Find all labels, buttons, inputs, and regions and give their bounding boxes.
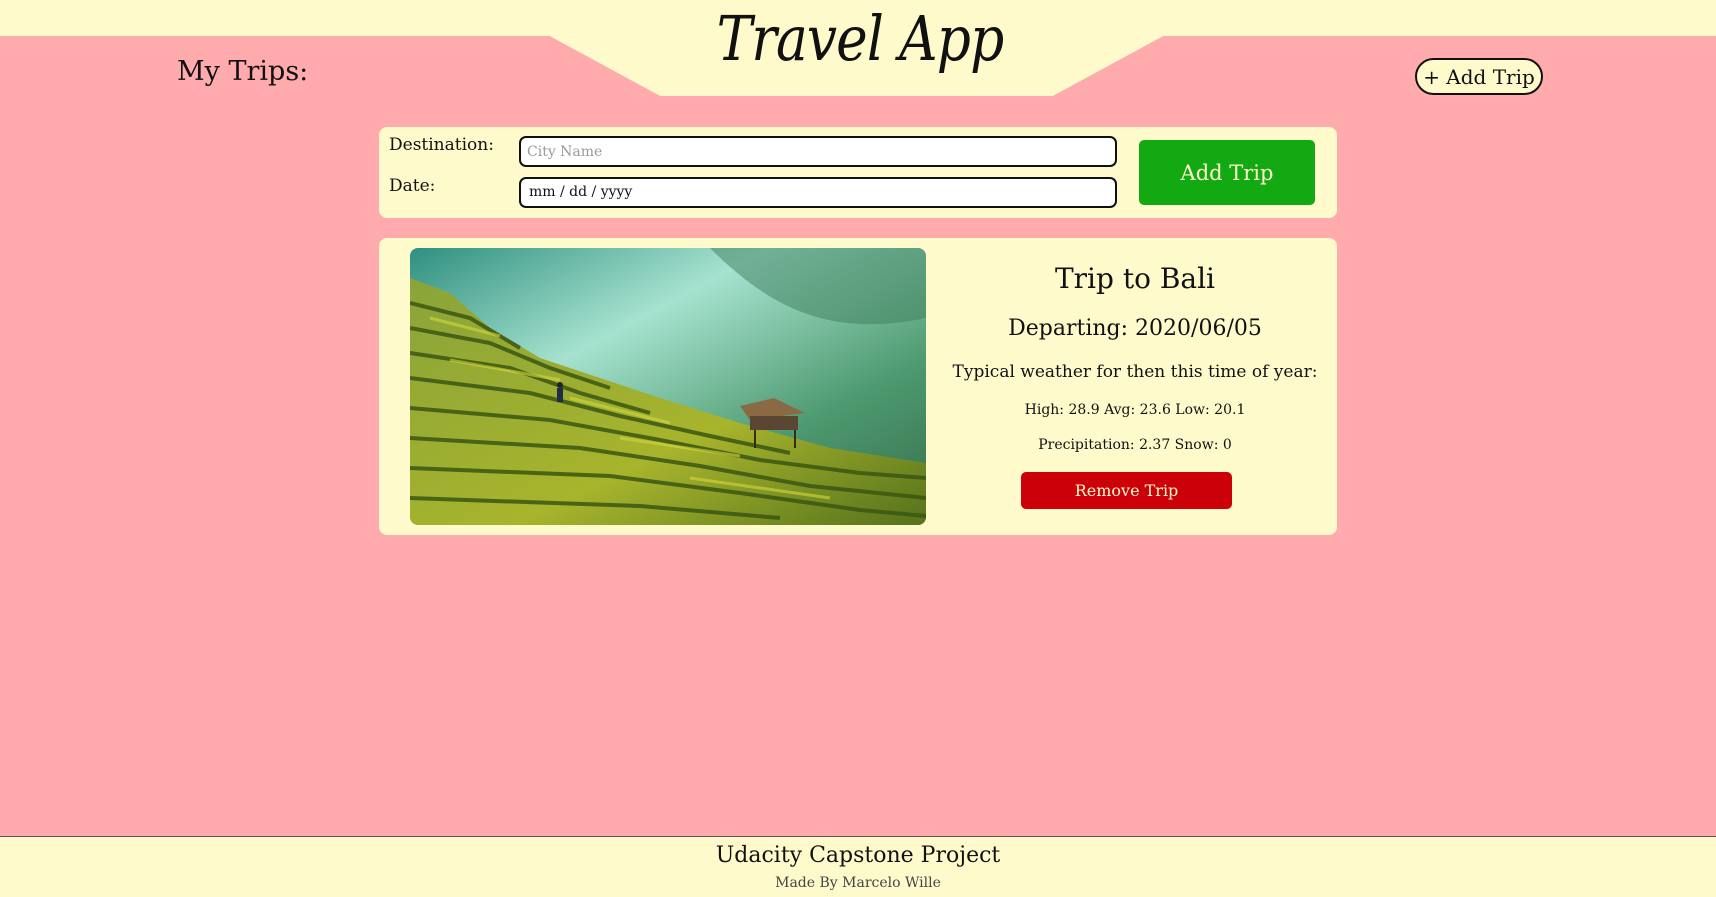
date-input-placeholder: mm / dd / yyyy (529, 184, 633, 200)
trip-card: Trip to Bali Departing: 2020/06/05 Typic… (379, 238, 1337, 535)
remove-trip-button[interactable]: Remove Trip (1021, 472, 1232, 509)
footer: Udacity Capstone Project Made By Marcelo… (0, 836, 1716, 897)
weather-heading: Typical weather for then this time of ye… (952, 362, 1318, 382)
footer-credit: Made By Marcelo Wille (775, 875, 941, 891)
weather-precipitation: Precipitation: 2.37 Snow: 0 (1038, 437, 1232, 453)
rice-terrace-photo (410, 248, 926, 525)
add-trip-toggle-button[interactable]: + Add Trip (1415, 58, 1543, 95)
my-trips-heading: My Trips: (177, 56, 309, 87)
destination-input[interactable] (519, 136, 1117, 167)
date-label: Date: (389, 176, 436, 196)
weather-temperatures: High: 28.9 Avg: 23.6 Low: 20.1 (1024, 402, 1246, 418)
trip-title: Trip to Bali (1054, 262, 1216, 295)
add-trip-submit-button[interactable]: Add Trip (1139, 140, 1315, 205)
trip-departure-date: Departing: 2020/06/05 (1008, 316, 1262, 341)
date-input[interactable]: mm / dd / yyyy (519, 177, 1117, 208)
destination-label: Destination: (389, 135, 494, 155)
footer-title: Udacity Capstone Project (715, 843, 1001, 868)
add-trip-form: Destination: Date: mm / dd / yyyy Add Tr… (379, 127, 1337, 218)
app-title: Travel App (716, 2, 1005, 75)
